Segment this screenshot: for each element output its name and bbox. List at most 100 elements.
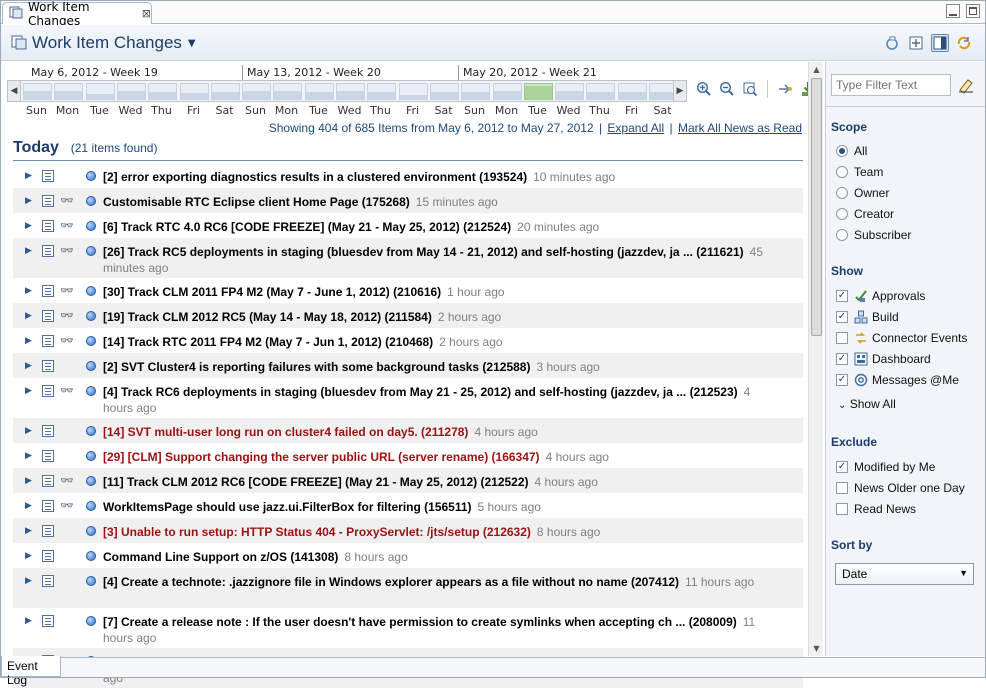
expand-arrow-icon[interactable]: ▶ bbox=[25, 474, 37, 486]
unread-icon[interactable] bbox=[86, 476, 96, 486]
checkbox[interactable]: ✓ bbox=[836, 290, 848, 302]
expand-arrow-icon[interactable]: ▶ bbox=[25, 524, 37, 536]
timeline-day-bar[interactable] bbox=[493, 83, 522, 100]
unread-icon[interactable] bbox=[86, 501, 96, 511]
expand-arrow-icon[interactable]: ▶ bbox=[25, 244, 37, 256]
expand-arrow-icon[interactable]: ▶ bbox=[25, 449, 37, 461]
unread-icon[interactable] bbox=[86, 616, 96, 626]
list-item[interactable]: ▶ [3] Unable to run setup: HTTP Status 40… bbox=[13, 518, 803, 543]
sort-select[interactable]: Date ▼ bbox=[835, 563, 974, 585]
checkbox[interactable]: ✓ bbox=[836, 461, 848, 473]
vertical-scrollbar[interactable]: ▲ ▼ bbox=[808, 62, 823, 656]
timeline-day-bar[interactable] bbox=[586, 83, 615, 100]
checkbox[interactable]: ✓ bbox=[836, 374, 848, 386]
list-item[interactable]: ▶ 👓 WorkItemsPage should use jazz.ui.Filte… bbox=[13, 493, 803, 518]
section-header-today[interactable]: Today (21 items found) bbox=[13, 139, 803, 161]
item-title-link[interactable]: [14] SVT multi-user long run on cluster4… bbox=[103, 425, 468, 439]
item-title-link[interactable]: [2] SVT Cluster4 is reporting failures w… bbox=[103, 360, 530, 374]
tab-event-log[interactable]: Event Log bbox=[1, 656, 61, 687]
sync-icon[interactable] bbox=[955, 34, 973, 52]
unread-icon[interactable] bbox=[86, 361, 96, 371]
exclude-option[interactable]: News Older one Day bbox=[836, 481, 965, 495]
unread-icon[interactable] bbox=[86, 246, 96, 256]
checkbox[interactable]: ✓ bbox=[836, 311, 848, 323]
expand-arrow-icon[interactable]: ▶ bbox=[25, 384, 37, 396]
timeline-strip[interactable]: ◀ ▶ bbox=[7, 80, 687, 102]
scope-option-team[interactable]: Team bbox=[836, 165, 883, 179]
clear-filter-icon[interactable] bbox=[957, 76, 975, 94]
expand-arrow-icon[interactable]: ▶ bbox=[25, 499, 37, 511]
radio-button[interactable] bbox=[836, 208, 848, 220]
radio-button[interactable] bbox=[836, 145, 848, 157]
expand-arrow-icon[interactable]: ▶ bbox=[25, 219, 37, 231]
mark-all-read-link[interactable]: Mark All News as Read bbox=[678, 121, 802, 135]
refresh-icon[interactable] bbox=[883, 34, 901, 52]
scope-option-all[interactable]: All bbox=[836, 144, 867, 158]
chevron-down-icon[interactable]: ▼ bbox=[188, 38, 196, 49]
scroll-left-icon[interactable]: ◀ bbox=[8, 81, 21, 101]
item-title-link[interactable]: [3] Unable to run setup: HTTP Status 404… bbox=[103, 525, 531, 539]
list-item[interactable]: ▶ [7] Create a release note : If the user… bbox=[13, 608, 803, 648]
show-option[interactable]: ✓ Messages @Me bbox=[836, 373, 959, 387]
item-title-link[interactable]: [7] Create a release note : If the user … bbox=[103, 615, 737, 629]
scope-option-owner[interactable]: Owner bbox=[836, 186, 889, 200]
close-icon[interactable]: ⊠ bbox=[142, 7, 151, 20]
unread-icon[interactable] bbox=[86, 451, 96, 461]
timeline-day-bar[interactable] bbox=[211, 83, 240, 100]
exclude-option[interactable]: Read News bbox=[836, 502, 916, 516]
list-item[interactable]: ▶ [29] [CLM] Support changing the server … bbox=[13, 443, 803, 468]
item-title-link[interactable]: Customisable RTC Eclipse client Home Pag… bbox=[103, 195, 410, 209]
item-title-link[interactable]: Command Line Support on z/OS (141308) bbox=[103, 550, 338, 564]
scroll-up-icon[interactable]: ▲ bbox=[809, 62, 824, 77]
timeline-day-bar[interactable] bbox=[117, 83, 146, 100]
unread-icon[interactable] bbox=[86, 551, 96, 561]
item-title-link[interactable]: [11] Track CLM 2012 RC6 [CODE FREEZE] (M… bbox=[103, 475, 529, 489]
go-to-today-icon[interactable] bbox=[776, 80, 794, 98]
list-item[interactable]: ▶ 👓 [30] Track CLM 2011 FP4 M2 (May 7 - Ju… bbox=[13, 278, 803, 303]
minimize-button[interactable] bbox=[946, 4, 960, 18]
expand-arrow-icon[interactable]: ▶ bbox=[25, 614, 37, 626]
expand-arrow-icon[interactable]: ▶ bbox=[25, 424, 37, 436]
scope-option-subscriber[interactable]: Subscriber bbox=[836, 228, 911, 242]
timeline-day-bar[interactable] bbox=[305, 83, 334, 100]
item-title-link[interactable]: [14] Track RTC 2011 FP4 M2 (May 7 - Jun … bbox=[103, 335, 433, 349]
unread-icon[interactable] bbox=[86, 171, 96, 181]
expand-arrow-icon[interactable]: ▶ bbox=[25, 574, 37, 586]
expand-all-icon[interactable] bbox=[907, 34, 925, 52]
unread-icon[interactable] bbox=[86, 386, 96, 396]
toggle-sidebar-icon[interactable] bbox=[931, 34, 949, 52]
item-title-link[interactable]: [30] Track CLM 2011 FP4 M2 (May 7 - June… bbox=[103, 285, 441, 299]
tab-work-item-changes[interactable]: Work Item Changes ⊠ bbox=[2, 0, 152, 28]
list-item[interactable]: ▶ 👓 [4] Track RC6 deployments in staging (… bbox=[13, 378, 803, 418]
list-item[interactable]: ▶ 👓 [6] Track RTC 4.0 RC6 [CODE FREEZE] (M… bbox=[13, 213, 803, 238]
expand-arrow-icon[interactable]: ▶ bbox=[25, 359, 37, 371]
expand-arrow-icon[interactable]: ▶ bbox=[25, 309, 37, 321]
item-title-link[interactable]: [26] Track RC5 deployments in staging (b… bbox=[103, 245, 744, 259]
timeline-day-bar[interactable] bbox=[461, 83, 490, 100]
show-option[interactable]: ✓ Dashboard bbox=[836, 352, 931, 366]
unread-icon[interactable] bbox=[86, 221, 96, 231]
scroll-right-icon[interactable]: ▶ bbox=[673, 81, 686, 101]
checkbox[interactable] bbox=[836, 332, 848, 344]
unread-icon[interactable] bbox=[86, 576, 96, 586]
scope-option-creator[interactable]: Creator bbox=[836, 207, 894, 221]
timeline-day-bar[interactable] bbox=[524, 83, 553, 100]
list-item[interactable]: ▶ [14] SVT multi-user long run on cluster… bbox=[13, 418, 803, 443]
scrollbar-thumb[interactable] bbox=[811, 78, 822, 336]
zoom-in-icon[interactable] bbox=[695, 80, 713, 98]
show-option[interactable]: Connector Events bbox=[836, 331, 967, 345]
checkbox[interactable] bbox=[836, 482, 848, 494]
timeline-day-bar[interactable] bbox=[148, 83, 177, 100]
unread-icon[interactable] bbox=[86, 336, 96, 346]
timeline-day-bar[interactable] bbox=[273, 83, 302, 100]
filter-input[interactable] bbox=[831, 74, 951, 96]
show-option[interactable]: ✓ Build bbox=[836, 310, 899, 324]
expand-arrow-icon[interactable]: ▶ bbox=[25, 334, 37, 346]
unread-icon[interactable] bbox=[86, 426, 96, 436]
expand-arrow-icon[interactable]: ▶ bbox=[25, 549, 37, 561]
expand-arrow-icon[interactable]: ▶ bbox=[25, 169, 37, 181]
timeline-day-bar[interactable] bbox=[555, 83, 584, 100]
title-menu[interactable]: Work Item Changes ▼ bbox=[11, 33, 196, 53]
item-title-link[interactable]: [2] error exporting diagnostics results … bbox=[103, 170, 527, 184]
zoom-fit-icon[interactable] bbox=[741, 80, 759, 98]
